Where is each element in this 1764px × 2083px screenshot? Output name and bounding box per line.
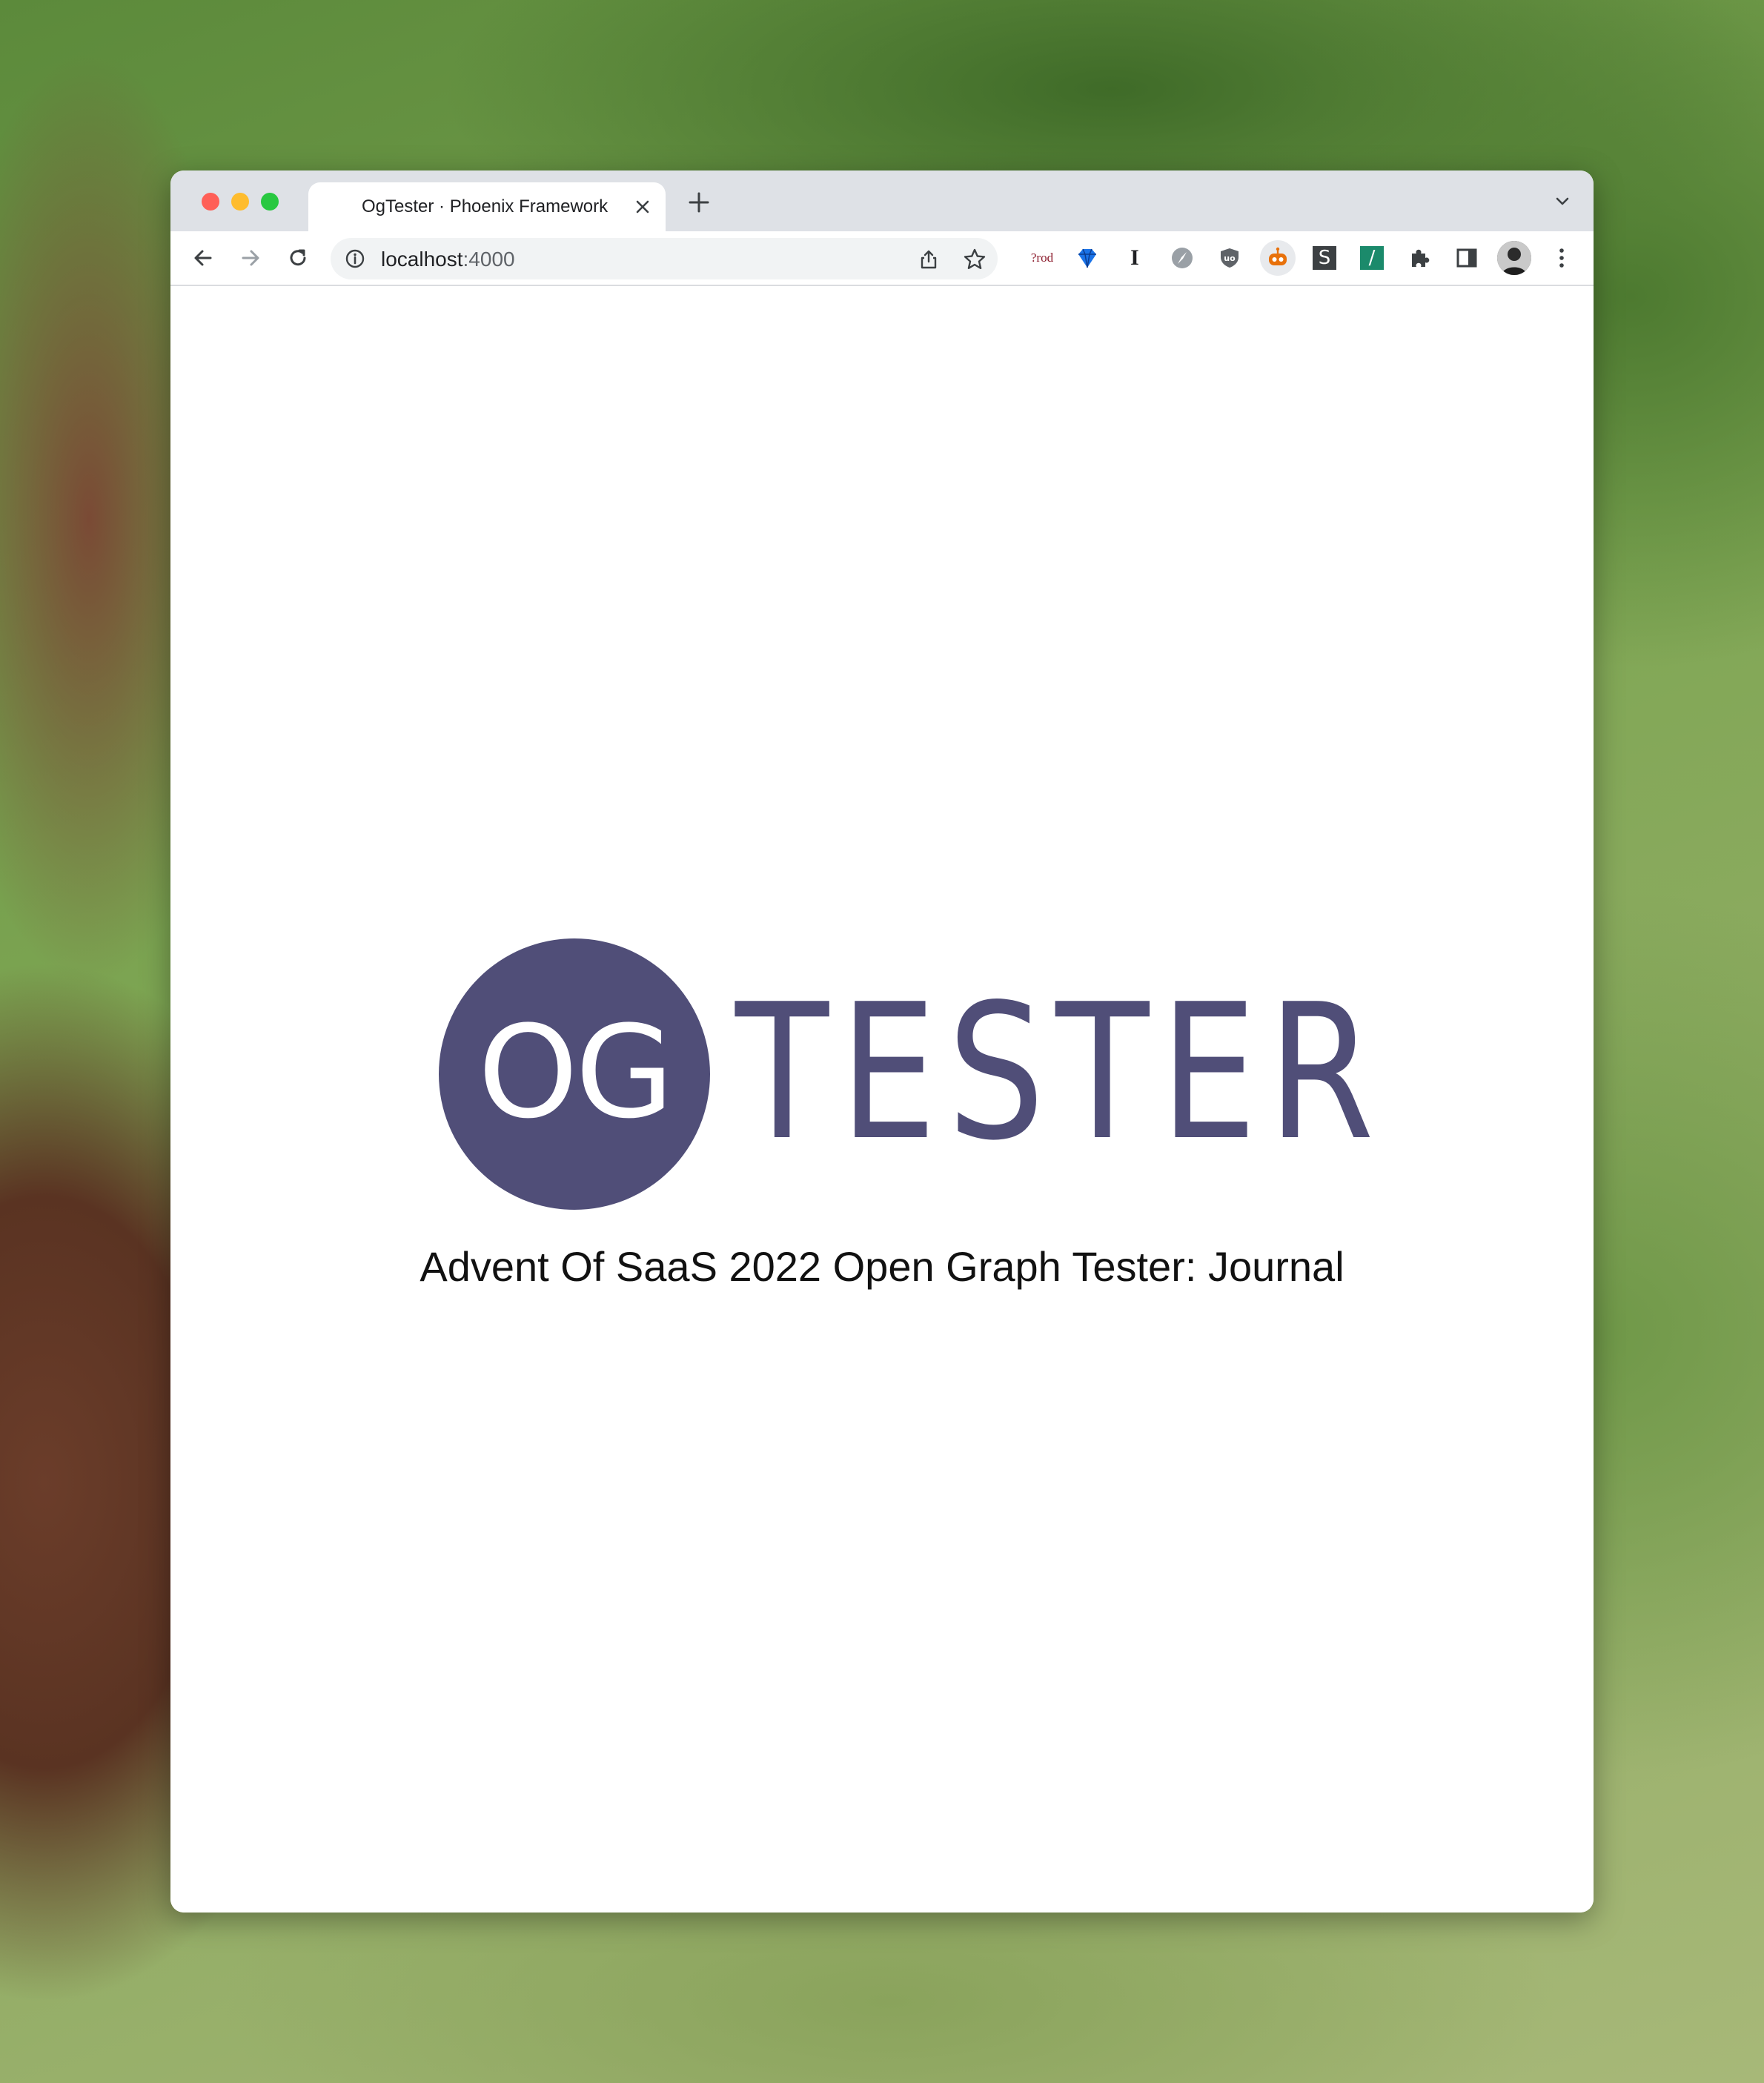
url-host: localhost — [381, 248, 463, 271]
page-viewport: OG TESTER Advent Of SaaS 2022 Open Graph… — [170, 286, 1594, 1913]
ublock-extension-label: uo — [1224, 254, 1236, 263]
plus-icon — [689, 192, 709, 213]
profile-avatar[interactable] — [1497, 241, 1531, 275]
new-tab-button[interactable] — [682, 185, 716, 219]
slash-extension-badge: / — [1360, 246, 1384, 270]
logo-og-text: OG — [477, 997, 674, 1147]
reload-icon — [290, 249, 306, 266]
slash-extension-icon[interactable]: / — [1358, 244, 1386, 272]
address-bar[interactable]: localhost:4000 — [331, 238, 998, 279]
s-extension-icon[interactable]: S — [1310, 244, 1339, 272]
info-icon[interactable] — [344, 248, 366, 270]
forward-button[interactable] — [234, 242, 267, 274]
page-tagline: Advent Of SaaS 2022 Open Graph Tester: J… — [420, 1243, 1344, 1290]
browser-toolbar: localhost:4000 ?rod I uo S / — [170, 231, 1594, 286]
url-text[interactable]: localhost:4000 — [381, 248, 515, 271]
more-menu-icon[interactable] — [1548, 244, 1576, 272]
close-window-button[interactable] — [202, 193, 219, 211]
arrow-right-icon — [242, 250, 259, 266]
side-panel-icon[interactable] — [1453, 244, 1481, 272]
chevron-down-icon — [1556, 197, 1569, 205]
share-icon[interactable] — [916, 247, 941, 272]
s-extension-badge: S — [1313, 246, 1336, 270]
active-tab[interactable]: OgTester · Phoenix Framework — [308, 182, 666, 231]
logo-wordmark: TESTER — [735, 964, 1385, 1182]
tab-strip: OgTester · Phoenix Framework — [170, 170, 1594, 231]
browser-window: OgTester · Phoenix Framework localhost:4… — [170, 170, 1594, 1913]
ogtester-logo: OG TESTER — [439, 938, 1402, 1213]
reload-button[interactable] — [282, 242, 314, 274]
window-controls — [202, 193, 279, 211]
i-extension-label: I — [1130, 245, 1139, 270]
puzzle-extensions-icon[interactable] — [1405, 244, 1433, 272]
gem-extension-icon[interactable] — [1073, 244, 1101, 272]
compass-extension-icon[interactable] — [1168, 244, 1196, 272]
back-button[interactable] — [187, 242, 219, 274]
minimize-window-button[interactable] — [231, 193, 249, 211]
tab-close-icon[interactable] — [631, 196, 654, 218]
arrow-left-icon — [194, 250, 212, 266]
ublock-extension-icon[interactable]: uo — [1216, 244, 1244, 272]
tab-search-button[interactable] — [1551, 190, 1574, 213]
i-extension-icon[interactable]: I — [1121, 244, 1149, 272]
robot-extension-icon[interactable] — [1260, 240, 1296, 276]
bookmark-star-icon[interactable] — [962, 247, 987, 272]
prod-extension-label: ?rod — [1030, 251, 1054, 265]
prod-extension-icon[interactable]: ?rod — [1024, 244, 1060, 272]
tab-title: OgTester · Phoenix Framework — [362, 196, 609, 216]
logo-circle: OG — [439, 938, 710, 1210]
maximize-window-button[interactable] — [261, 193, 279, 211]
url-port: :4000 — [462, 248, 515, 271]
